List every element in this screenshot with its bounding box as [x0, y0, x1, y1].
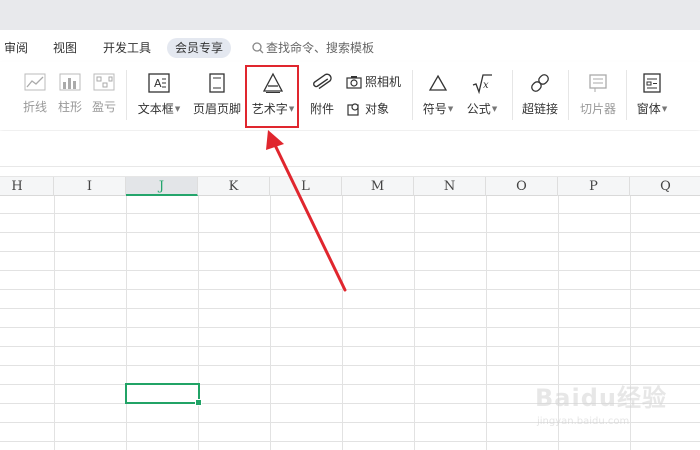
baidu-watermark: Baidu经验 jingyan.baidu.com — [535, 378, 695, 438]
baidu-logo: Baidu经验 — [535, 384, 667, 412]
watermark-url: jingyan.baidu.com — [537, 416, 630, 427]
